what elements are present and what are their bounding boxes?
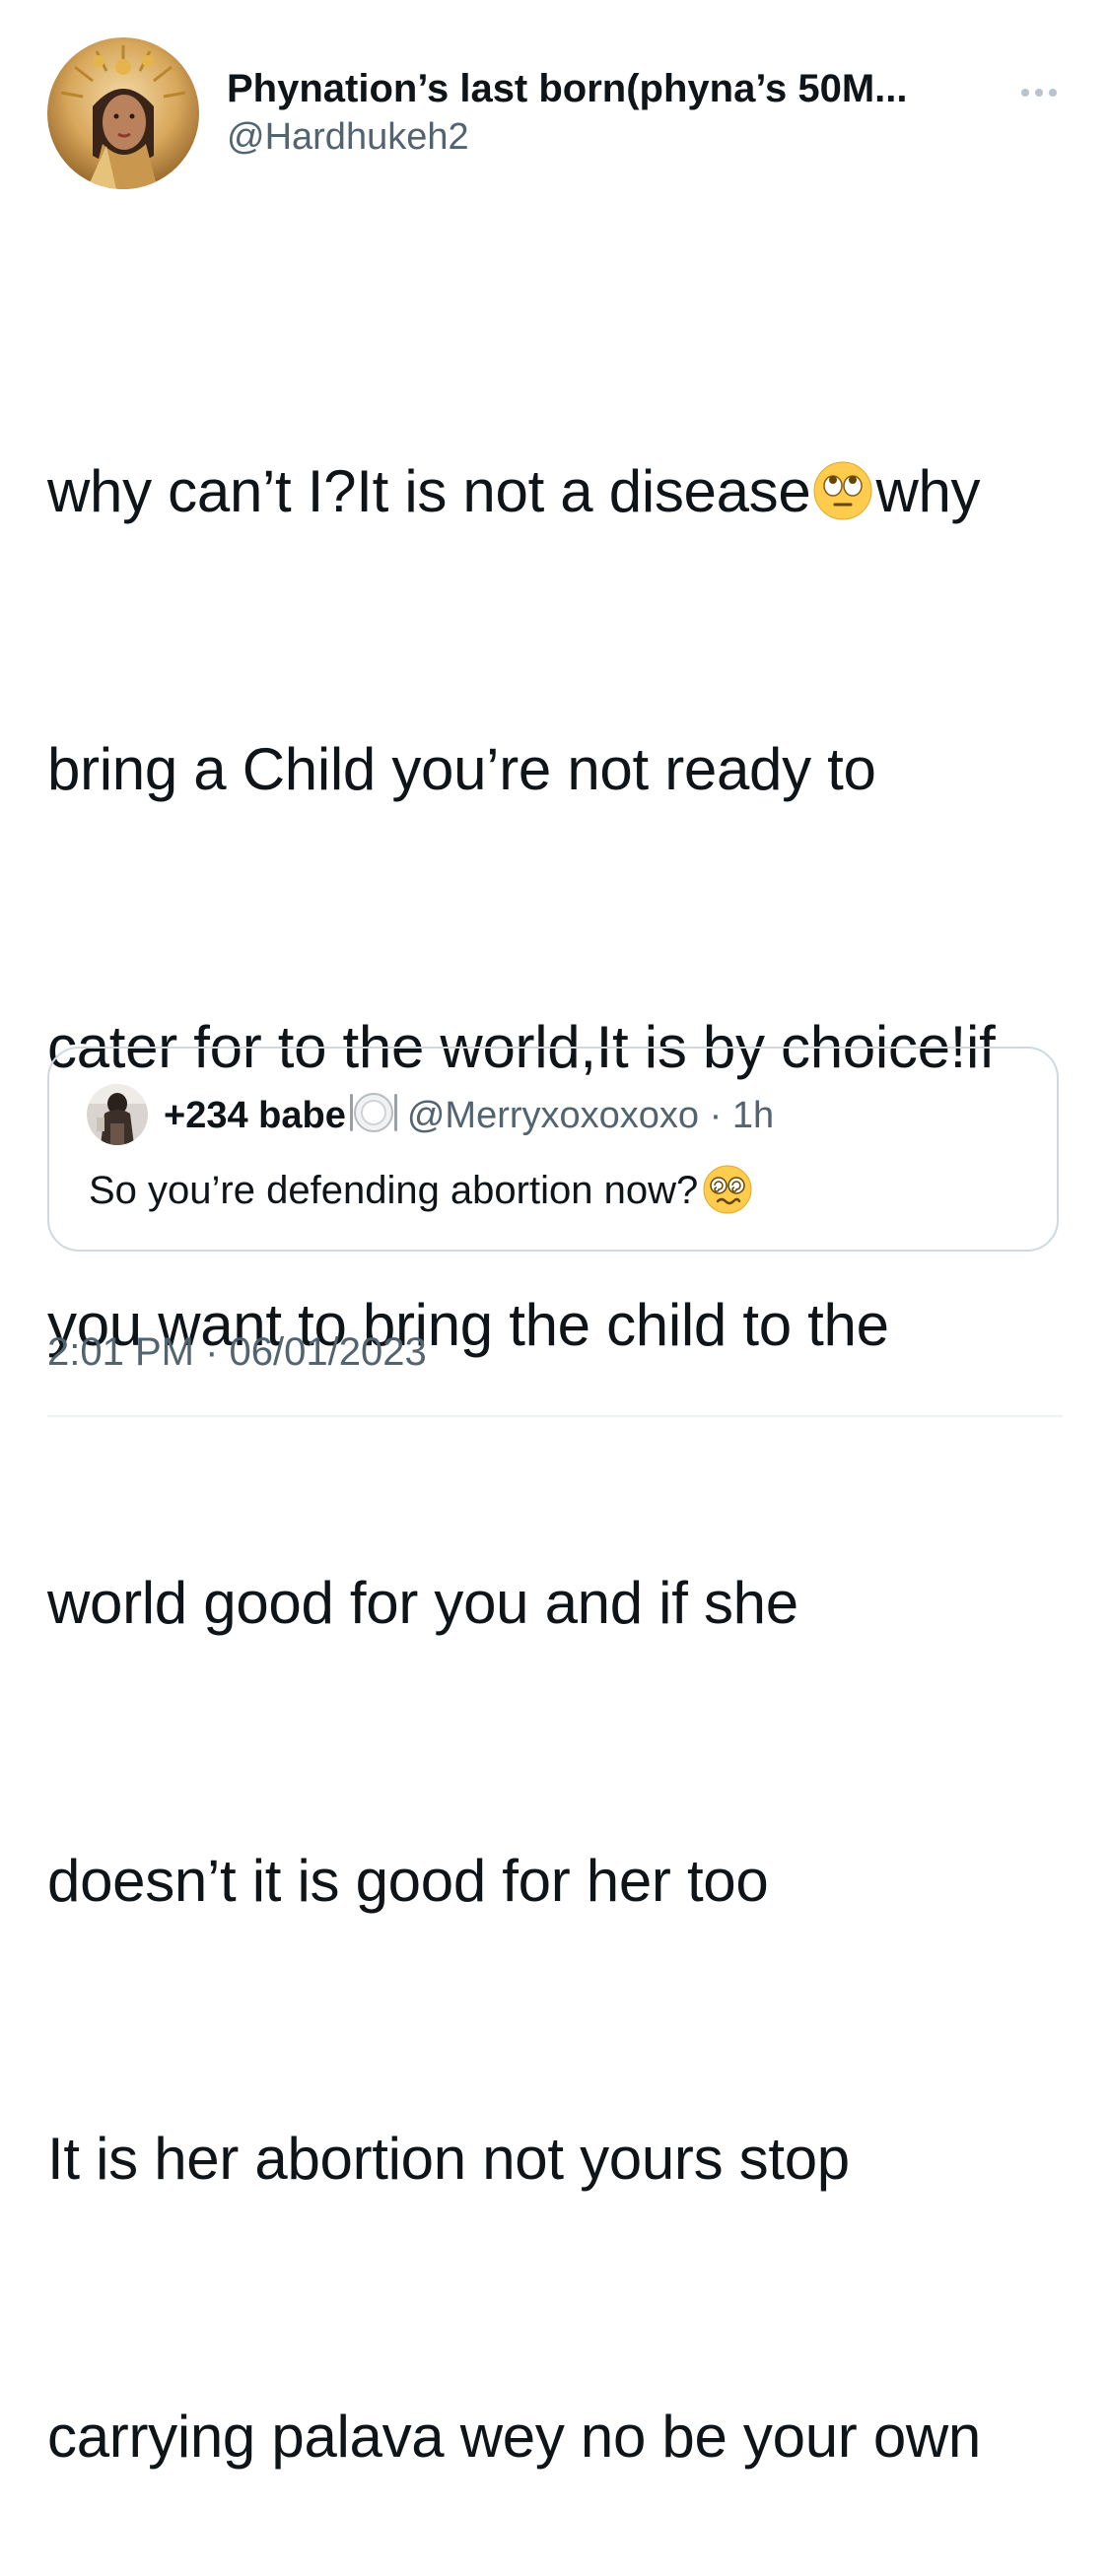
tweet-line-text: why can’t I?It is not a disease [47,458,811,524]
tweet-line: carrying palava wey no be your own [47,2404,981,2470]
author-handle[interactable]: @Hardhukeh2 [227,114,1005,160]
profile-photo-icon [87,1084,148,1145]
quoted-tweet-card[interactable]: +234 babe @Merryxoxoxoxo · 1h So you’re … [47,1047,1059,1252]
tweet-line: bring a Child you’re not ready to [47,736,876,802]
quoted-author-name[interactable]: +234 babe [164,1095,346,1136]
author-display-name[interactable]: Phynation’s last born(phyna’s 50M... [227,65,1005,112]
face-with-spiral-eyes-icon [702,1164,753,1230]
author-names: Phynation’s last born(phyna’s 50M... @Ha… [227,65,1005,160]
tweet-line-text: why [875,458,981,524]
tweet-line: doesn’t it is good for her too [47,1848,769,1914]
tweet-text: why can’t I?It is not a disease why brin… [47,260,1073,2576]
author-avatar[interactable] [47,37,199,189]
profile-photo-icon [47,37,199,189]
separator-dot: · [709,1095,723,1136]
face-with-rolling-eyes-icon [812,455,873,548]
quoted-author-handle[interactable]: @Merryxoxoxoxo [407,1095,699,1136]
quoted-separator: · [699,1095,732,1136]
quoted-tweet-header: +234 babe @Merryxoxoxoxo · 1h [164,1090,774,1148]
tweet-timestamp[interactable]: 2:01 PM · 06/01/2023 [47,1326,427,1378]
quoted-text: So you’re defending abortion now? [89,1169,699,1212]
more-dots-icon [1021,89,1057,97]
timestamp-date: 06/01/2023 [229,1330,427,1374]
separator-dot: · [205,1330,219,1374]
timestamp-time: 2:01 PM [47,1330,194,1374]
quoted-tweet-time[interactable]: 1h [732,1095,774,1136]
quoted-tweet-text: So you’re defending abortion now? [89,1163,753,1230]
more-options-button[interactable] [1015,81,1063,104]
tweet-header: Phynation’s last born(phyna’s 50M... @Ha… [47,37,1063,189]
tweet-line: world good for you and if she [47,1570,798,1636]
fork-and-knife-with-plate-icon [348,1090,399,1148]
quoted-author-avatar[interactable] [87,1084,148,1145]
tweet-line: It is her abortion not yours stop [47,2126,850,2192]
tweet-line: why can’t I?It is not a disease why [47,445,1073,538]
bottom-divider [47,1415,1063,1417]
